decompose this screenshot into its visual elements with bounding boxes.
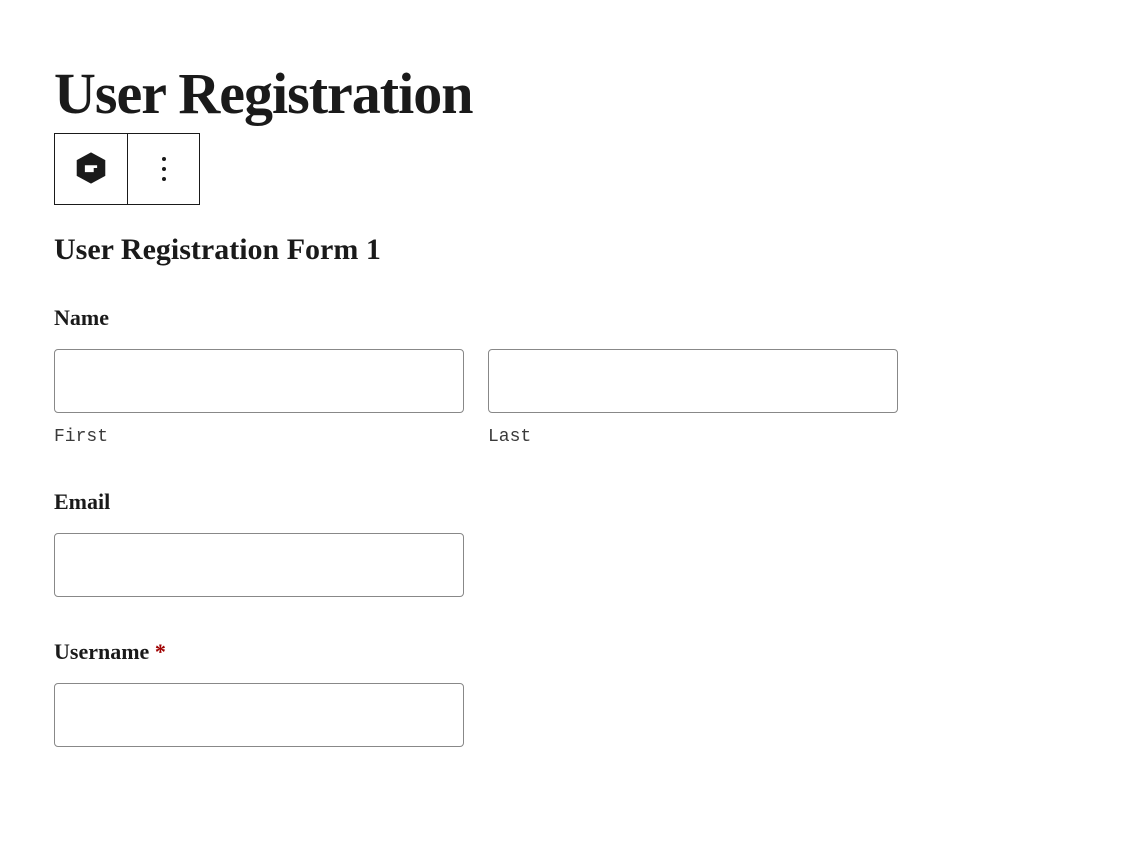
page-title: User Registration bbox=[54, 60, 1093, 127]
last-name-sublabel: Last bbox=[488, 427, 898, 447]
username-label-text: Username bbox=[54, 639, 155, 664]
last-name-input[interactable] bbox=[488, 349, 898, 413]
first-name-input[interactable] bbox=[54, 349, 464, 413]
more-options-button[interactable] bbox=[127, 134, 199, 204]
email-label: Email bbox=[54, 489, 1093, 515]
required-marker: * bbox=[155, 639, 166, 664]
username-input[interactable] bbox=[54, 683, 464, 747]
username-label: Username * bbox=[54, 639, 1093, 665]
block-toolbar bbox=[54, 133, 200, 205]
gravity-forms-block-button[interactable] bbox=[55, 134, 127, 204]
hexagon-g-icon bbox=[74, 151, 108, 188]
more-vertical-icon bbox=[162, 157, 166, 181]
email-field: Email bbox=[54, 489, 1093, 597]
first-name-sublabel: First bbox=[54, 427, 464, 447]
email-input[interactable] bbox=[54, 533, 464, 597]
form-title: User Registration Form 1 bbox=[54, 233, 1093, 267]
name-field: Name First Last bbox=[54, 305, 1093, 447]
name-label: Name bbox=[54, 305, 1093, 331]
username-field: Username * bbox=[54, 639, 1093, 747]
